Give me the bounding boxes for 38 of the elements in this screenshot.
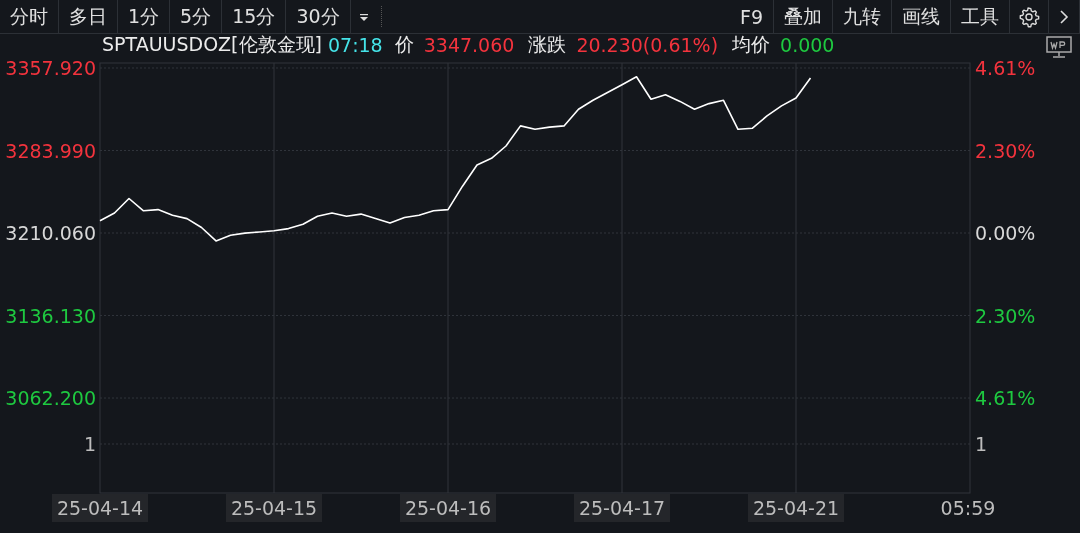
period-tab[interactable]: 多日 <box>59 0 118 33</box>
percent-tick-label: 0.00% <box>975 222 1036 244</box>
percent-tick-label: 4.61% <box>975 387 1036 410</box>
quote-time: 07:18 <box>327 34 383 56</box>
field-value: 3347.060 <box>423 34 515 56</box>
period-tab[interactable]: 5分 <box>170 0 223 33</box>
date-label: 25-04-15 <box>226 494 322 522</box>
percent-tick-label: 2.30% <box>975 304 1036 327</box>
period-tab[interactable]: 30分 <box>286 0 351 33</box>
toolbar-button[interactable]: 叠加 <box>774 0 833 33</box>
field-value: 20.230(0.61%) <box>576 34 719 56</box>
field-label: 均价 <box>732 32 771 57</box>
date-label: 25-04-17 <box>574 494 670 522</box>
symbol-name: SPTAUUSDOZ[伦敦金现] <box>102 32 322 57</box>
price-tick-label: 3062.200 <box>5 387 96 410</box>
toolbar-button[interactable]: F9 <box>729 0 774 33</box>
monitor-icon[interactable] <box>1046 36 1072 60</box>
price-tick-label: 3357.920 <box>5 57 96 79</box>
period-tab[interactable]: 1分 <box>118 0 171 33</box>
date-label: 05:59 <box>940 497 996 519</box>
percent-tick-label: 4.61% <box>975 57 1036 79</box>
period-tab[interactable]: 15分 <box>222 0 287 33</box>
volume-tick-label: 1 <box>83 433 96 455</box>
price-tick-label: 3136.130 <box>5 304 96 327</box>
field-value: 0.000 <box>780 34 835 56</box>
toolbar-button[interactable]: 工具 <box>951 0 1010 33</box>
period-tab[interactable]: 分时 <box>0 0 59 33</box>
date-label: 25-04-21 <box>748 494 844 522</box>
field-label: 涨跌 <box>528 32 567 57</box>
percent-tick-label: 2.30% <box>975 139 1036 162</box>
date-label: 25-04-14 <box>52 494 148 522</box>
price-tick-label: 3283.990 <box>5 139 96 162</box>
date-label: 25-04-16 <box>400 494 496 522</box>
field-label: 价 <box>394 32 414 57</box>
volume-tick-label: 1 <box>975 433 988 455</box>
toolbar-button[interactable]: 九转 <box>833 0 892 33</box>
toolbar-button[interactable]: 画线 <box>892 0 951 33</box>
price-tick-label: 3210.060 <box>5 222 96 244</box>
